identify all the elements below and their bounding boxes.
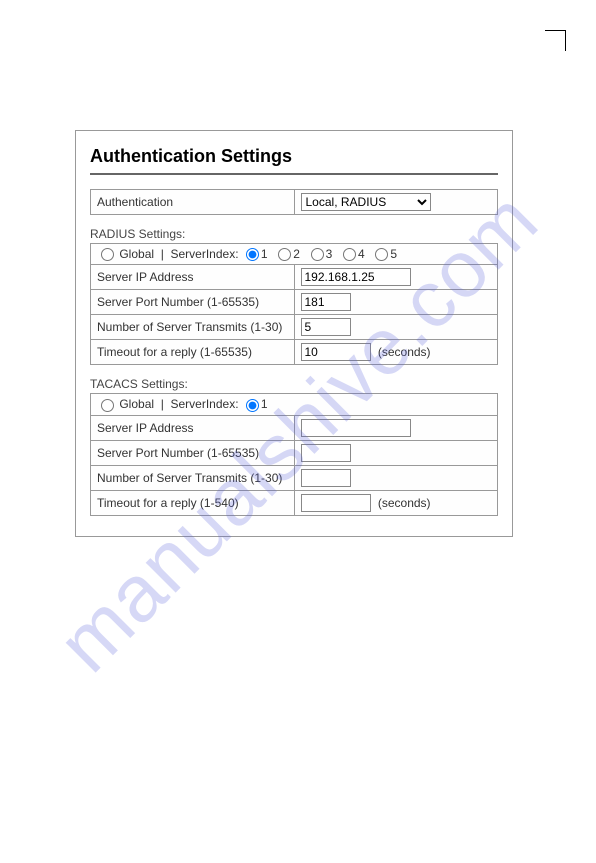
radius-global-radio[interactable] — [101, 248, 114, 261]
radius-serverindex-radio-4[interactable] — [343, 248, 356, 261]
radius-section-label: RADIUS Settings: — [90, 227, 498, 241]
radius-port-row: Server Port Number (1-65535) — [91, 290, 498, 315]
radius-ip-input[interactable] — [301, 268, 411, 286]
radius-serverindex-radio-5[interactable] — [375, 248, 388, 261]
radius-serverindex-radio-3[interactable] — [311, 248, 324, 261]
tacacs-index-row: Global | ServerIndex: 1 — [91, 394, 498, 415]
radius-timeout-label: Timeout for a reply (1-65535) — [91, 340, 295, 365]
authentication-row: Authentication Local, RADIUS — [91, 190, 498, 215]
tacacs-timeout-label: Timeout for a reply (1-540) — [91, 490, 295, 515]
tacacs-transmits-input[interactable] — [301, 469, 351, 487]
tacacs-ip-label: Server IP Address — [91, 415, 295, 440]
tacacs-timeout-units: (seconds) — [378, 496, 431, 510]
settings-panel: Authentication Settings Authentication L… — [75, 130, 513, 537]
radius-transmits-label: Number of Server Transmits (1-30) — [91, 315, 295, 340]
tacacs-transmits-label: Number of Server Transmits (1-30) — [91, 465, 295, 490]
radius-port-label: Server Port Number (1-65535) — [91, 290, 295, 315]
tacacs-table: Global | ServerIndex: 1 Server IP Addres… — [90, 393, 498, 515]
radius-index-row: Global | ServerIndex: 1 2 3 4 5 — [91, 244, 498, 265]
crop-mark — [545, 30, 566, 51]
tacacs-opt-1: 1 — [261, 397, 268, 411]
radius-transmits-row: Number of Server Transmits (1-30) — [91, 315, 498, 340]
radius-global-label: Global — [119, 247, 154, 261]
tacacs-port-label: Server Port Number (1-65535) — [91, 440, 295, 465]
tacacs-port-row: Server Port Number (1-65535) — [91, 440, 498, 465]
tacacs-timeout-input[interactable] — [301, 494, 371, 512]
radius-transmits-input[interactable] — [301, 318, 351, 336]
radius-opt-5: 5 — [390, 247, 397, 261]
tacacs-transmits-row: Number of Server Transmits (1-30) — [91, 465, 498, 490]
separator: | — [161, 397, 164, 411]
radius-serverindex-radio-1[interactable] — [246, 248, 259, 261]
tacacs-timeout-row: Timeout for a reply (1-540) (seconds) — [91, 490, 498, 515]
radius-port-input[interactable] — [301, 293, 351, 311]
tacacs-ip-input[interactable] — [301, 419, 411, 437]
radius-ip-label: Server IP Address — [91, 265, 295, 290]
authentication-table: Authentication Local, RADIUS — [90, 189, 498, 215]
radius-timeout-row: Timeout for a reply (1-65535) (seconds) — [91, 340, 498, 365]
radius-table: Global | ServerIndex: 1 2 3 4 5 Server I… — [90, 243, 498, 365]
tacacs-global-radio[interactable] — [101, 399, 114, 412]
authentication-label: Authentication — [91, 190, 295, 215]
tacacs-section-label: TACACS Settings: — [90, 377, 498, 391]
radius-timeout-input[interactable] — [301, 343, 371, 361]
tacacs-serverindex-radio-1[interactable] — [246, 399, 259, 412]
radius-opt-3: 3 — [326, 247, 333, 261]
radius-opt-2: 2 — [293, 247, 300, 261]
radius-serverindex-radio-2[interactable] — [278, 248, 291, 261]
tacacs-serverindex-label: ServerIndex: — [171, 397, 239, 411]
radius-ip-row: Server IP Address — [91, 265, 498, 290]
tacacs-global-label: Global — [119, 397, 154, 411]
radius-opt-4: 4 — [358, 247, 365, 261]
radius-timeout-units: (seconds) — [378, 345, 431, 359]
page-title: Authentication Settings — [90, 146, 498, 175]
radius-opt-1: 1 — [261, 247, 268, 261]
tacacs-ip-row: Server IP Address — [91, 415, 498, 440]
radius-serverindex-label: ServerIndex: — [171, 247, 239, 261]
separator: | — [161, 247, 164, 261]
authentication-select[interactable]: Local, RADIUS — [301, 193, 431, 211]
tacacs-port-input[interactable] — [301, 444, 351, 462]
